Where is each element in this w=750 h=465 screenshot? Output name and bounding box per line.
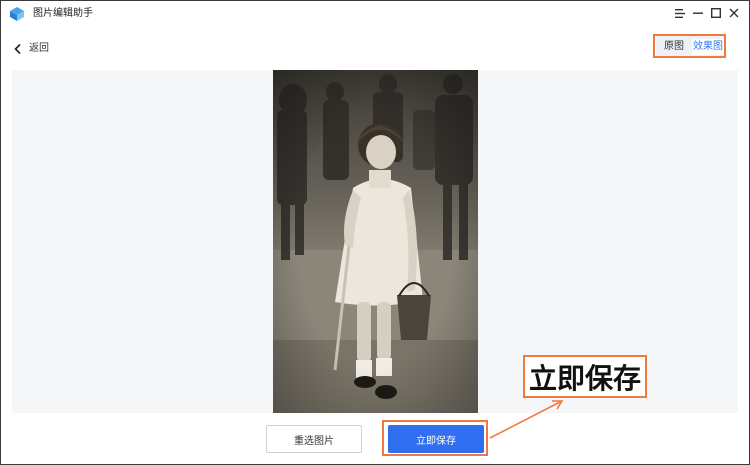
maximize-icon[interactable] — [708, 5, 724, 21]
app-logo-icon — [10, 7, 24, 21]
toggle-highlight-box — [653, 34, 726, 58]
app-title: 图片编辑助手 — [33, 8, 93, 19]
menu-icon[interactable] — [672, 5, 688, 21]
save-now-button[interactable]: 立即保存 — [388, 425, 484, 453]
photo-preview — [273, 70, 478, 413]
chevron-left-icon — [14, 43, 21, 55]
close-icon[interactable] — [726, 5, 742, 21]
back-label: 返回 — [29, 43, 49, 54]
title-bar: 图片编辑助手 — [0, 0, 750, 28]
reselect-image-button[interactable]: 重选图片 — [266, 425, 362, 453]
minimize-icon[interactable] — [690, 5, 706, 21]
callout-arrow-icon — [489, 400, 564, 439]
back-button[interactable]: 返回 — [13, 42, 49, 56]
callout-label: 立即保存 — [523, 355, 647, 398]
